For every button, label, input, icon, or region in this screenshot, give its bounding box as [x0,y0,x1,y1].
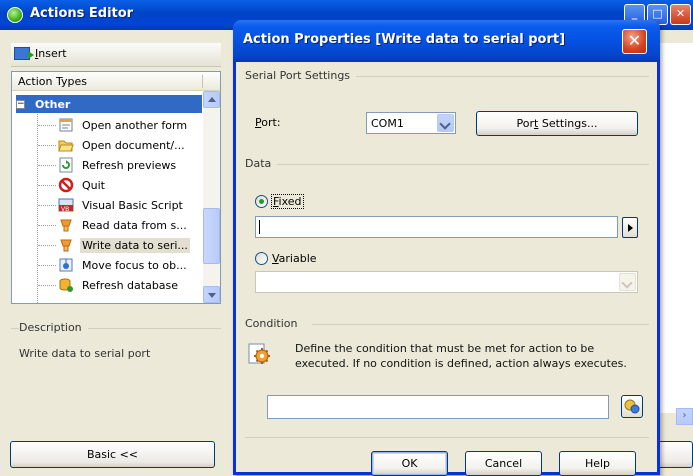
serial-write-icon [58,237,74,253]
folder-open-icon [58,137,74,153]
chevron-down-icon[interactable] [437,114,454,132]
scroll-thumb[interactable] [203,208,220,264]
fixed-data-input[interactable] [255,216,618,238]
tree-item-refresh-database[interactable]: Refresh database [58,275,202,295]
form-icon [58,117,74,133]
vb-script-icon: VB [58,197,74,213]
window-close-button[interactable]: ✕ [670,4,691,25]
refresh-database-icon [58,277,74,293]
port-label: Port: [255,116,281,129]
port-select-value: COM1 [371,117,404,130]
scroll-up-icon[interactable] [203,91,220,108]
tree-item-write-serial[interactable]: Write data to seri... [58,235,202,255]
scroll-right-icon[interactable]: › [676,408,693,425]
dialog-titlebar[interactable]: Action Properties [Write data to serial … [233,20,660,62]
action-properties-dialog: Action Properties [Write data to serial … [233,20,660,476]
scroll-down-icon[interactable] [203,286,220,303]
tree-item-refresh-previews[interactable]: Refresh previews [58,155,202,175]
action-types-tree[interactable]: Action Types − Other Open another form O… [11,71,221,304]
port-select[interactable]: COM1 [366,112,456,134]
cancel-button[interactable]: Cancel [465,451,542,476]
text-caret [259,220,260,234]
condition-group-label: Condition [245,317,304,330]
tree-item-read-serial[interactable]: Read data from s... [58,215,202,235]
variable-select [255,271,638,293]
variable-radio[interactable]: Variable [255,252,317,265]
condition-description: Define the condition that must be met fo… [295,342,627,370]
move-focus-icon [58,257,74,273]
dialog-body: Serial Port Settings Port: COM1 Port Set… [236,62,657,476]
data-group-label: Data [245,157,278,170]
tree-item-open-document[interactable]: Open document/... [58,135,202,155]
tree-item-vb-script[interactable]: VB Visual Basic Script [58,195,202,215]
collapse-icon[interactable]: − [16,99,25,109]
tree-node-other[interactable]: − Other [16,95,202,113]
insert-icon [14,47,34,60]
fixed-radio[interactable]: Fixed [255,194,304,209]
tree-column-header[interactable]: Action Types [12,72,220,91]
tree-item-open-form[interactable]: Open another form [58,115,202,135]
ok-button[interactable]: OK [371,451,448,476]
dialog-close-button[interactable]: ✕ [622,29,647,54]
dialog-title: Action Properties [Write data to serial … [243,32,566,47]
tree-item-move-focus[interactable]: Move focus to ob... [58,255,202,275]
app-icon [7,7,23,23]
quit-icon [58,177,74,193]
description-label: Description [19,321,88,334]
tree-vertical-scrollbar[interactable] [203,91,220,303]
condition-gear-icon [247,341,273,367]
window-title: Actions Editor [30,6,134,21]
condition-builder-icon [624,399,640,414]
chevron-down-icon [619,273,636,291]
refresh-previews-icon [58,157,74,173]
basic-toggle-button[interactable]: Basic << [10,441,215,468]
svg-text:VB: VB [61,206,69,213]
insert-label-rest: nsert [38,47,67,60]
help-button[interactable]: Help [559,451,636,476]
insert-button[interactable]: Insert [14,47,67,60]
serial-read-icon [58,217,74,233]
toolbar: Insert [11,43,221,67]
radio-unselected-icon[interactable] [255,252,268,265]
radio-selected-icon[interactable] [255,195,268,208]
insert-special-arrow-button[interactable] [622,217,638,238]
description-panel: Description Write data to serial port [11,315,221,405]
tree-item-quit[interactable]: Quit [58,175,202,195]
port-settings-button[interactable]: Port Settings... [476,111,638,136]
description-text: Write data to serial port [19,347,151,360]
serial-port-settings-label: Serial Port Settings [245,69,357,82]
condition-input[interactable] [267,395,609,419]
condition-builder-button[interactable] [621,395,643,418]
